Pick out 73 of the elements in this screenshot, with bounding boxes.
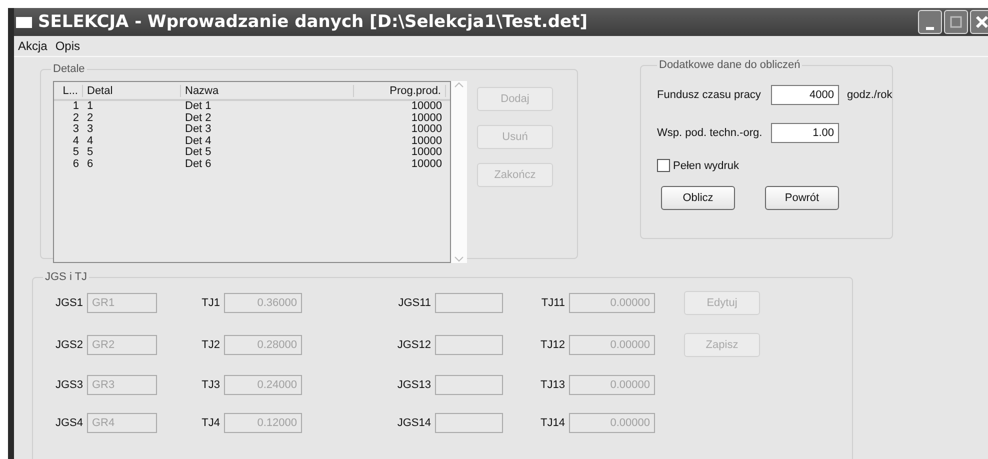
group-title: Detale: [52, 63, 86, 75]
field-label: JGS14: [396, 417, 432, 429]
table-cell-text: 6: [72, 158, 80, 170]
field-label: TJ12: [540, 339, 566, 351]
field-label: JGS2: [54, 339, 84, 351]
minimize-button[interactable]: [918, 10, 942, 34]
table-cell-text: 10000: [410, 147, 443, 158]
table-cell-text: 10000: [410, 158, 443, 170]
group-title: JGS i TJ: [44, 271, 88, 283]
table-cell-text: 2: [72, 112, 80, 124]
field-label: TJ2: [200, 339, 221, 351]
scrollbar[interactable]: [451, 81, 467, 263]
table-cell-text: 4: [86, 136, 94, 147]
checkbox-label: Pełen wydruk: [673, 160, 740, 172]
field-label: JGS4: [54, 417, 84, 429]
table-cell-text: 4: [72, 136, 80, 147]
table-cell-text: 10000: [410, 112, 443, 124]
maximize-button[interactable]: [944, 10, 968, 34]
column-header[interactable]: Nazwa: [181, 84, 354, 96]
table-cell-text: 10000: [410, 124, 443, 136]
column-header[interactable]: Prog.prod.: [354, 84, 446, 96]
table-cell-text: 2: [86, 112, 94, 124]
field-label: Wsp. pod. techn.-org.: [657, 127, 764, 139]
field-label: JGS11: [397, 297, 432, 309]
table-cell-text: Det 3: [184, 124, 212, 136]
field-label: TJ13: [540, 379, 566, 391]
table-cell-text: Det 5: [184, 147, 212, 158]
table-cell-text: Det 2: [184, 112, 212, 124]
table-cell-text: Det 6: [184, 158, 212, 170]
text-field[interactable]: [435, 335, 503, 355]
action-button[interactable]: Powrót: [765, 186, 839, 210]
table-cell-text: 5: [72, 147, 80, 158]
field-label: Fundusz czasu pracy: [657, 89, 762, 101]
group-title: Dodatkowe dane do obliczeń: [658, 59, 802, 71]
number-field[interactable]: 4000: [771, 85, 839, 105]
close-icon: [975, 15, 988, 29]
field-label: TJ14: [540, 417, 566, 429]
table-cell-text: Det 1: [184, 101, 212, 112]
text-field[interactable]: [435, 293, 503, 313]
table-cell-text: 10000: [410, 101, 443, 112]
minimize-icon: [926, 26, 934, 30]
close-button[interactable]: [970, 10, 988, 34]
table-cell-text: 3: [72, 124, 80, 136]
field-label: JGS1: [54, 297, 84, 309]
column-header[interactable]: Detal: [83, 84, 181, 96]
action-button[interactable]: Oblicz: [661, 186, 735, 210]
maximize-icon: [950, 16, 962, 28]
text-field[interactable]: [435, 375, 503, 395]
field-label: TJ1: [200, 297, 221, 309]
field-label: JGS12: [396, 339, 432, 351]
table-cell-text: Det 4: [184, 136, 212, 147]
menu-item[interactable]: Akcja: [18, 39, 48, 53]
checkbox[interactable]: [657, 159, 670, 172]
table-cell-text: 5: [86, 147, 94, 158]
field-label: JGS13: [396, 379, 432, 391]
table-cell-text: 10000: [410, 136, 443, 147]
window-icon: [16, 16, 32, 28]
scroll-up-icon[interactable]: [454, 81, 464, 89]
scroll-down-icon[interactable]: [454, 255, 464, 263]
column-header[interactable]: L...: [54, 84, 83, 96]
text-field[interactable]: [435, 413, 503, 433]
field-label: JGS3: [54, 379, 84, 391]
table-cell-text: 1: [72, 101, 80, 112]
number-field[interactable]: 1.00: [771, 123, 839, 143]
field-label: TJ4: [200, 417, 221, 429]
table-cell-text: 6: [86, 158, 94, 170]
field-label: TJ3: [200, 379, 221, 391]
table-cell-text: 1: [86, 101, 94, 112]
menu-item[interactable]: Opis: [55, 39, 80, 53]
table-cell-text: 3: [86, 124, 94, 136]
field-label: TJ11: [540, 297, 566, 309]
unit-label: godz./rok: [847, 89, 892, 101]
window-title: SELEKCJA - Wprowadzanie danych [D:\Selekcja1\Test.det]: [38, 12, 588, 32]
